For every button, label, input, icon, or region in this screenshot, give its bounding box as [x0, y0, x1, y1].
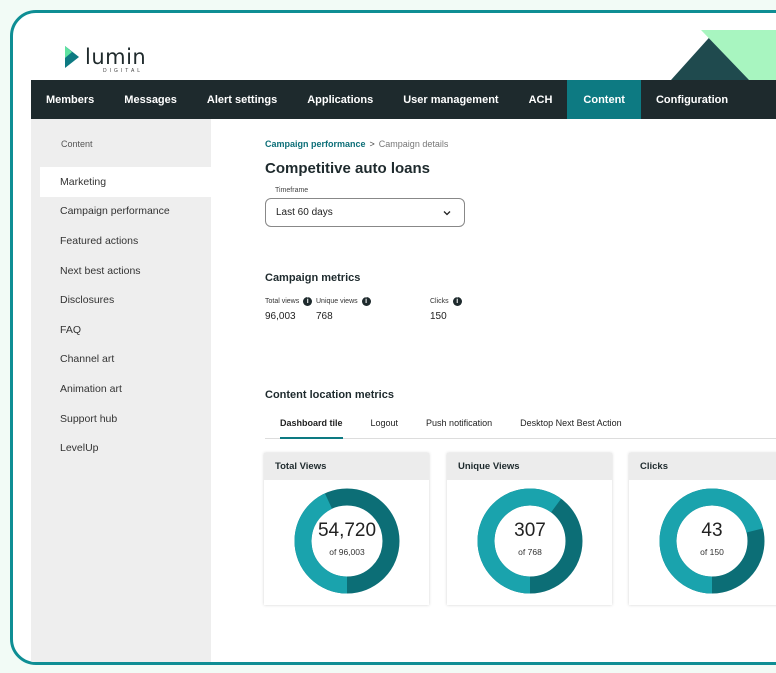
tab-logout[interactable]: Logout: [371, 415, 399, 439]
content-location-tabs: Dashboard tile Logout Push notification Des…: [265, 415, 776, 439]
sidebar-item-disclosures[interactable]: Disclosures: [31, 285, 211, 315]
donut-total: of 150: [700, 547, 724, 557]
tab-desktop-next-best-action[interactable]: Desktop Next Best Action: [520, 415, 622, 439]
nav-item-user-management[interactable]: User management: [388, 80, 513, 119]
app-window: lumin DIGITAL Members Messages Alert setti…: [31, 30, 776, 662]
timeframe-select[interactable]: Last 60 days: [265, 198, 465, 227]
breadcrumb: Campaign performance > Campaign details: [265, 139, 448, 149]
sidebar: Content Marketing Campaign performance Fea…: [31, 119, 211, 662]
donut-total: of 768: [518, 547, 542, 557]
donut-chart: 43 of 150: [659, 488, 765, 594]
card-total-views: Total Views 54,720 of 96,003: [264, 453, 429, 605]
content-location-heading: Content location metrics: [265, 389, 394, 401]
nav-item-applications[interactable]: Applications: [292, 80, 388, 119]
info-icon[interactable]: i: [361, 297, 371, 306]
sidebar-item-featured-actions[interactable]: Featured actions: [31, 226, 211, 256]
logo-mark-icon: [65, 46, 79, 68]
info-icon[interactable]: i: [303, 297, 313, 306]
campaign-metrics-heading: Campaign metrics: [265, 272, 361, 284]
nav-item-members[interactable]: Members: [31, 80, 109, 119]
nav-item-configuration[interactable]: Configuration: [641, 80, 743, 119]
tab-dashboard-tile[interactable]: Dashboard tile: [280, 415, 343, 439]
metric-label: Total views: [265, 298, 300, 305]
breadcrumb-separator: >: [369, 139, 375, 149]
sidebar-item-faq[interactable]: FAQ: [31, 315, 211, 345]
main-content: Campaign performance > Campaign details Co…: [211, 119, 776, 662]
sidebar-item-channel-art[interactable]: Channel art: [31, 345, 211, 375]
sidebar-heading: Content: [61, 139, 93, 149]
card-title: Clicks: [629, 453, 776, 480]
page-title: Competitive auto loans: [265, 160, 431, 177]
nav-item-ach[interactable]: ACH: [514, 80, 568, 119]
breadcrumb-link[interactable]: Campaign performance: [265, 139, 366, 149]
tab-push-notification[interactable]: Push notification: [426, 415, 492, 439]
metric-clicks: Clicks i 150: [430, 297, 462, 322]
nav-item-messages[interactable]: Messages: [109, 80, 192, 119]
donut-total: of 96,003: [329, 547, 365, 557]
app-frame: lumin DIGITAL Members Messages Alert setti…: [10, 10, 776, 665]
sidebar-item-animation-art[interactable]: Animation art: [31, 374, 211, 404]
main-nav: Members Messages Alert settings Application…: [31, 80, 776, 119]
brand-logo[interactable]: lumin DIGITAL: [63, 45, 147, 74]
metric-label: Unique views: [316, 298, 358, 305]
info-icon[interactable]: i: [452, 297, 462, 306]
metric-total-views: Total views i 96,003: [265, 297, 313, 322]
header-decoration: [661, 30, 776, 80]
sidebar-item-levelup[interactable]: LevelUp: [31, 433, 211, 463]
sidebar-item-marketing[interactable]: Marketing: [40, 167, 211, 197]
sidebar-list: Marketing Campaign performance Featured ac…: [31, 167, 211, 463]
card-title: Total Views: [264, 453, 429, 480]
metric-label: Clicks: [430, 298, 449, 305]
top-bar: lumin DIGITAL: [31, 30, 776, 80]
sidebar-item-support-hub[interactable]: Support hub: [31, 404, 211, 434]
brand-tagline: DIGITAL: [103, 68, 144, 74]
metric-value: 150: [430, 311, 447, 322]
chevron-down-icon: [443, 211, 451, 216]
card-title: Unique Views: [447, 453, 612, 480]
donut-value: 43: [701, 520, 723, 541]
metric-value: 768: [316, 311, 333, 322]
metric-unique-views: Unique views i 768: [316, 297, 371, 322]
sidebar-item-campaign-performance[interactable]: Campaign performance: [31, 197, 211, 227]
donut-chart: 307 of 768: [477, 488, 583, 594]
breadcrumb-current: Campaign details: [378, 139, 449, 149]
brand-name: lumin: [85, 45, 147, 69]
donut-value: 307: [514, 520, 546, 541]
nav-item-content[interactable]: Content: [567, 80, 641, 119]
timeframe-label: Timeframe: [275, 187, 309, 194]
nav-item-alert-settings[interactable]: Alert settings: [192, 80, 292, 119]
donut-chart: 54,720 of 96,003: [294, 488, 400, 594]
metric-value: 96,003: [265, 311, 296, 322]
donut-value: 54,720: [317, 520, 377, 541]
sidebar-item-next-best-actions[interactable]: Next best actions: [31, 256, 211, 286]
card-clicks: Clicks 43 of 150: [629, 453, 776, 605]
timeframe-value: Last 60 days: [276, 207, 333, 218]
card-unique-views: Unique Views 307 of 768: [447, 453, 612, 605]
